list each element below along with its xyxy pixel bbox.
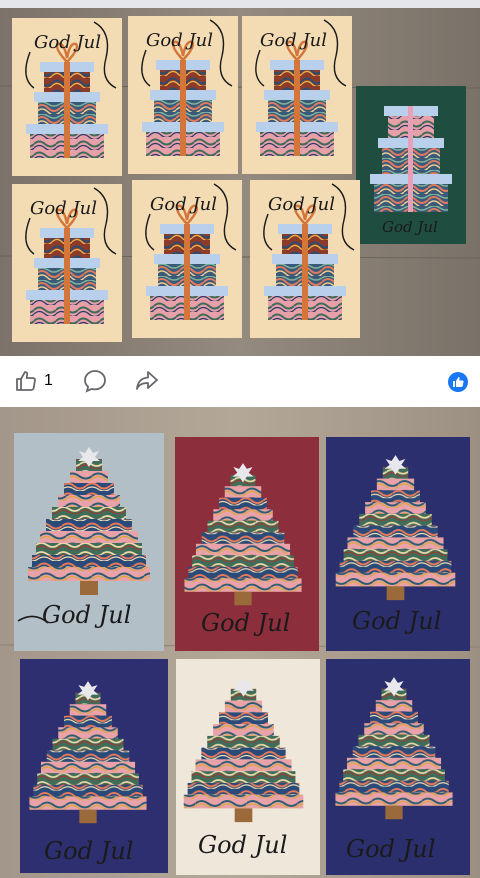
card-greeting: God Jul [198,831,287,859]
thumbs-up-icon [14,369,38,393]
tree-card-navy-2: God Jul [20,659,168,873]
gift-card-1: God Jul [10,16,124,178]
like-reaction-icon[interactable] [448,372,468,392]
post-action-bar: 1 [0,356,480,407]
like-button[interactable]: 1 [14,368,53,394]
card-greeting: God Jul [382,218,438,236]
post-photo-tree-cards[interactable]: God Jul God Jul God Jul God Jul God Jul … [0,407,480,878]
tree-card-navy-1: God Jul [326,437,470,651]
share-button[interactable] [134,368,160,394]
card-greeting: God Jul [352,607,441,635]
gift-card-5: God Jul [130,178,244,340]
gift-card-3: God Jul [240,14,354,176]
gift-card-green: God Jul [356,86,466,244]
share-arrow-icon [134,368,160,394]
like-count: 1 [44,372,53,389]
card-greeting: God Jul [42,601,131,629]
comment-button[interactable] [82,368,108,394]
card-greeting: God Jul [30,198,97,219]
card-greeting: God Jul [150,194,217,215]
tree-card-red: God Jul [175,437,319,651]
card-greeting: God Jul [201,609,290,637]
card-greeting: God Jul [346,835,435,863]
post-photo-gift-cards[interactable]: God Jul God Jul God Jul God Jul God Jul … [0,8,480,356]
top-divider [0,0,480,8]
gift-card-2: God Jul [126,14,240,176]
card-greeting: God Jul [146,30,213,51]
tree-card-cream: God Jul [176,659,320,875]
card-greeting: God Jul [34,32,101,53]
comment-bubble-icon [82,368,108,394]
tree-card-navy-3: God Jul [326,659,470,875]
gift-card-6: God Jul [248,178,362,340]
card-greeting: God Jul [44,837,133,865]
tree-card-gray: God Jul [14,433,164,651]
card-greeting: God Jul [268,194,335,215]
gift-card-4: God Jul [10,182,124,344]
card-greeting: God Jul [260,30,327,51]
